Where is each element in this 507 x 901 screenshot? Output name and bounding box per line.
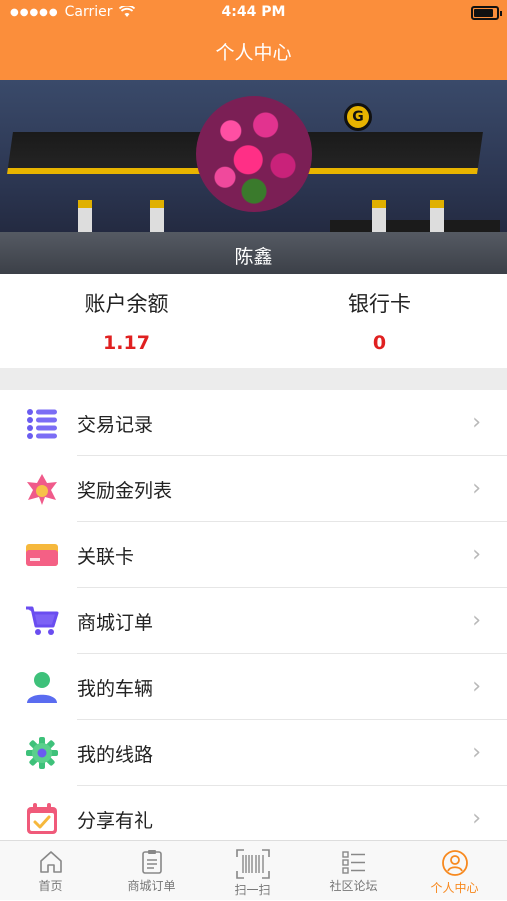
- calendar-check-icon: [27, 803, 57, 834]
- barcode-scan-icon: [235, 849, 270, 879]
- cart-icon: [26, 606, 59, 635]
- balance-label: 账户余额: [84, 292, 169, 316]
- tab-profile[interactable]: 个人中心: [404, 841, 505, 901]
- balance-value: 1.17: [103, 332, 150, 354]
- gear-icon: [26, 737, 58, 769]
- avatar[interactable]: [196, 96, 312, 212]
- menu-item-linked-card[interactable]: 关联卡 ›: [0, 522, 507, 588]
- bank-card-label: 银行卡: [348, 292, 411, 316]
- account-stats: 账户余额 1.17 银行卡 0: [0, 274, 507, 368]
- tab-scan[interactable]: 扫一扫: [202, 841, 303, 901]
- menu-item-label: 我的线路: [77, 744, 154, 766]
- chevron-right-icon: ›: [472, 410, 481, 435]
- chevron-right-icon: ›: [472, 674, 481, 699]
- menu-item-label: 交易记录: [77, 414, 154, 436]
- tab-label: 社区论坛: [329, 879, 378, 893]
- card-icon: [26, 544, 58, 566]
- tab-label: 个人中心: [430, 881, 479, 895]
- user-name: 陈鑫: [234, 246, 273, 268]
- menu-item-transactions[interactable]: 交易记录 ›: [0, 390, 507, 456]
- menu-item-my-routes[interactable]: 我的线路 ›: [0, 720, 507, 786]
- user-icon: [27, 672, 57, 703]
- menu-item-my-vehicles[interactable]: 我的车辆 ›: [0, 654, 507, 720]
- bank-card-value: 0: [372, 332, 387, 354]
- tab-label: 扫一扫: [234, 883, 271, 897]
- menu-item-label: 关联卡: [77, 546, 135, 568]
- reward-icon: [27, 474, 57, 505]
- menu-item-label: 奖励金列表: [77, 480, 173, 502]
- tab-shop-orders[interactable]: 商城订单: [101, 841, 202, 901]
- chevron-right-icon: ›: [472, 608, 481, 633]
- chevron-right-icon: ›: [472, 476, 481, 501]
- tab-label: 商城订单: [127, 879, 176, 893]
- menu-item-rewards[interactable]: 奖励金列表 ›: [0, 456, 507, 522]
- page-title: 个人中心: [215, 42, 292, 64]
- station-logo-icon: G: [344, 103, 372, 131]
- chevron-right-icon: ›: [472, 740, 481, 765]
- battery-icon: [471, 6, 502, 20]
- forum-list-icon: [341, 851, 365, 874]
- tab-label: 首页: [38, 879, 63, 893]
- top-header: ●●●●● Carrier 4:44 PM 个人中心: [0, 0, 507, 80]
- home-icon: [39, 851, 62, 873]
- menu-item-shop-orders[interactable]: 商城订单 ›: [0, 588, 507, 654]
- chevron-right-icon: ›: [472, 806, 481, 831]
- bottom-tab-bar: 首页 商城订单 扫一扫 社区论坛 个人中心: [0, 840, 507, 900]
- tab-forum[interactable]: 社区论坛: [303, 841, 404, 901]
- status-time: 4:44 PM: [221, 4, 286, 20]
- tab-home[interactable]: 首页: [0, 841, 101, 901]
- clipboard-icon: [141, 850, 162, 874]
- list-icon: [27, 409, 57, 439]
- status-bar: ●●●●● Carrier 4:44 PM: [0, 0, 507, 26]
- menu-list: 交易记录 › 奖励金列表 › 关联卡 › 商城订单 › 我的车辆 › 我的线路 …: [0, 390, 507, 852]
- profile-icon: [441, 850, 468, 876]
- section-divider: [0, 368, 507, 390]
- bank-card-stat[interactable]: 银行卡 0: [253, 274, 506, 354]
- balance-stat[interactable]: 账户余额 1.17: [0, 274, 253, 354]
- chevron-right-icon: ›: [472, 542, 481, 567]
- menu-item-label: 我的车辆: [77, 678, 154, 700]
- menu-item-label: 分享有礼: [77, 810, 154, 832]
- menu-item-label: 商城订单: [77, 612, 154, 634]
